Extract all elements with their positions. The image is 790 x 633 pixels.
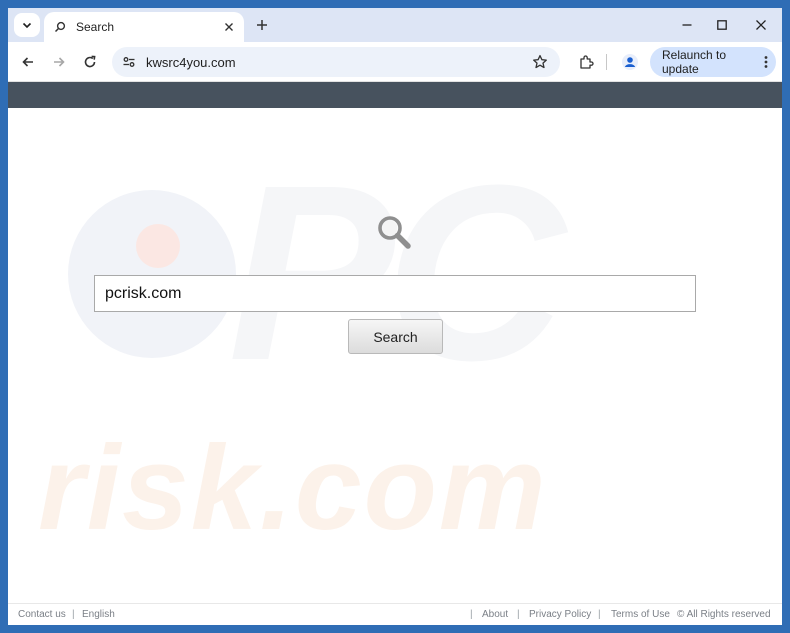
arrow-left-icon <box>22 57 33 67</box>
chevron-down-icon <box>22 22 32 29</box>
footer-link-terms[interactable]: Terms of Use <box>611 609 670 620</box>
footer-separator: | <box>517 609 520 620</box>
star-icon[interactable] <box>532 54 548 70</box>
close-window-button[interactable] <box>749 14 773 36</box>
arrow-right-icon <box>54 57 65 67</box>
search-input[interactable] <box>94 275 696 312</box>
watermark-magnifier-circle <box>68 190 236 358</box>
footer-link-privacy[interactable]: Privacy Policy <box>529 609 591 620</box>
search-button[interactable]: Search <box>348 319 443 354</box>
watermark-pc-text: PC <box>228 133 565 412</box>
address-url[interactable]: kwsrc4you.com <box>146 55 532 70</box>
footer: Contact us | English | About | Privacy P… <box>8 603 782 625</box>
address-bar[interactable]: kwsrc4you.com <box>112 47 560 77</box>
extensions-button[interactable] <box>574 50 598 74</box>
close-icon <box>756 20 766 30</box>
page-header-bar <box>8 82 782 108</box>
puzzle-icon <box>580 55 594 69</box>
toolbar-divider <box>606 54 607 70</box>
tab-active[interactable]: Search <box>44 12 244 42</box>
close-icon[interactable] <box>224 22 234 32</box>
reload-icon <box>84 55 96 68</box>
minimize-icon <box>682 24 692 26</box>
tab-search-button[interactable] <box>14 13 40 37</box>
browser-window: Search kwsrc4you.com Relaunch to update … <box>8 8 782 625</box>
footer-copyright: © All Rights reserved <box>677 609 771 620</box>
plus-icon <box>257 20 267 30</box>
footer-separator: | <box>598 609 601 620</box>
footer-link-about[interactable]: About <box>482 609 508 620</box>
avatar-icon <box>622 54 638 70</box>
watermark-risk-text: risk.com <box>38 421 548 555</box>
browser-toolbar: kwsrc4you.com Relaunch to update <box>8 42 782 82</box>
magnifier-icon <box>378 216 411 249</box>
watermark-magnifier-dot <box>136 224 180 268</box>
search-icon <box>54 21 66 33</box>
maximize-icon <box>717 20 727 30</box>
footer-separator: | <box>470 609 473 620</box>
maximize-button[interactable] <box>710 14 734 36</box>
footer-link-language[interactable]: English <box>82 609 115 620</box>
forward-button[interactable] <box>47 50 71 74</box>
page-content: PC risk.com Search Contact us | English … <box>8 108 782 625</box>
tab-title: Search <box>76 20 115 34</box>
reload-button[interactable] <box>78 50 102 74</box>
back-button[interactable] <box>16 50 40 74</box>
tab-strip: Search <box>8 8 782 42</box>
minimize-button[interactable] <box>675 14 699 36</box>
footer-separator: | <box>72 609 75 620</box>
new-tab-button[interactable] <box>251 14 273 36</box>
relaunch-label: Relaunch to update <box>662 48 727 76</box>
more-vertical-icon[interactable] <box>762 55 770 69</box>
footer-link-contact[interactable]: Contact us <box>18 609 66 620</box>
site-settings-icon[interactable] <box>122 55 136 69</box>
profile-button[interactable] <box>618 50 642 74</box>
relaunch-button[interactable]: Relaunch to update <box>650 47 776 77</box>
